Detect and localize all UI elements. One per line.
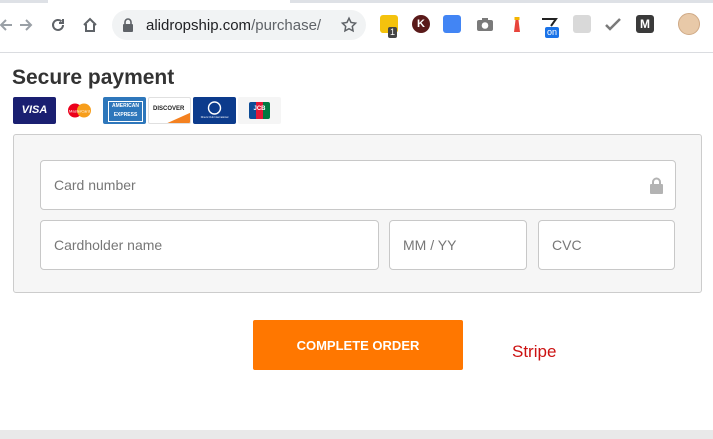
diners-glyph <box>207 101 222 115</box>
forward-arrow-icon <box>20 19 33 31</box>
toggle-extension-icon[interactable]: on <box>541 15 560 38</box>
page-title: Secure payment <box>12 66 175 89</box>
visa-logo: VISA <box>13 97 56 124</box>
tab-edge-right <box>290 0 713 3</box>
profile-avatar[interactable] <box>678 13 700 35</box>
cardholder-name-placeholder: Cardholder name <box>54 237 163 253</box>
k-extension-icon[interactable]: K <box>412 15 430 33</box>
forward-button[interactable] <box>14 13 38 37</box>
amex-logo: AMERICAN EXPRESS <box>103 97 146 124</box>
amex-label: AMERICAN EXPRESS <box>108 101 143 122</box>
reload-icon <box>52 18 64 31</box>
url-path: /purchase/ <box>251 17 322 34</box>
reload-button[interactable] <box>46 13 70 37</box>
complete-order-button[interactable]: COMPLETE ORDER <box>253 320 463 370</box>
padlock-icon <box>650 177 663 194</box>
extension-badge: 1 <box>388 27 398 38</box>
address-bar[interactable]: alidropship.com/purchase/ <box>112 10 366 40</box>
translator-icon[interactable] <box>573 15 591 33</box>
jcb-logo: JCB <box>238 97 281 124</box>
card-number-placeholder: Card number <box>54 177 136 193</box>
card-number-field[interactable]: Card number <box>40 160 676 210</box>
extension-badge-on: on <box>545 27 560 38</box>
cardholder-name-field[interactable]: Cardholder name <box>40 220 379 270</box>
tab-edge-left <box>0 0 48 3</box>
cvc-placeholder: CVC <box>552 237 582 253</box>
expiry-field[interactable]: MM / YY <box>389 220 527 270</box>
lock-icon <box>123 18 133 32</box>
browser-toolbar: alidropship.com/purchase/ 1 K on M <box>0 0 713 53</box>
google-translate-icon[interactable] <box>443 15 461 33</box>
discover-logo: DISCOVER <box>148 97 191 124</box>
home-icon <box>83 17 97 32</box>
mastercard-logo: MasterCard <box>58 97 101 124</box>
bookmark-star-icon[interactable] <box>340 16 358 34</box>
payment-form: Card number Cardholder name MM / YY CVC <box>13 134 702 293</box>
camera-icon[interactable] <box>476 15 494 33</box>
discover-swoosh <box>167 112 190 123</box>
check-icon[interactable] <box>604 15 622 33</box>
stripe-label: Stripe <box>512 342 557 361</box>
home-button[interactable] <box>78 13 102 37</box>
lighthouse-glyph <box>514 17 520 32</box>
url-domain: alidropship.com <box>146 17 252 34</box>
lighthouse-icon[interactable] <box>508 15 526 33</box>
jcb-label: JCB <box>253 106 266 112</box>
diners-label: Diners Club International <box>200 116 229 119</box>
notes-extension-icon[interactable]: 1 <box>380 15 398 38</box>
svg-text:MasterCard: MasterCard <box>69 109 90 114</box>
back-arrow-icon <box>0 19 12 31</box>
cvc-field[interactable]: CVC <box>538 220 675 270</box>
camera-glyph <box>477 18 493 31</box>
mastercard-glyph: MasterCard <box>68 103 91 118</box>
url-text: alidropship.com/purchase/ <box>146 17 321 34</box>
bottom-bar <box>0 430 713 439</box>
expiry-placeholder: MM / YY <box>403 237 457 253</box>
diners-club-logo: Diners Club International <box>193 97 236 124</box>
m-extension-icon[interactable]: M <box>636 15 654 33</box>
check-glyph <box>605 18 621 31</box>
